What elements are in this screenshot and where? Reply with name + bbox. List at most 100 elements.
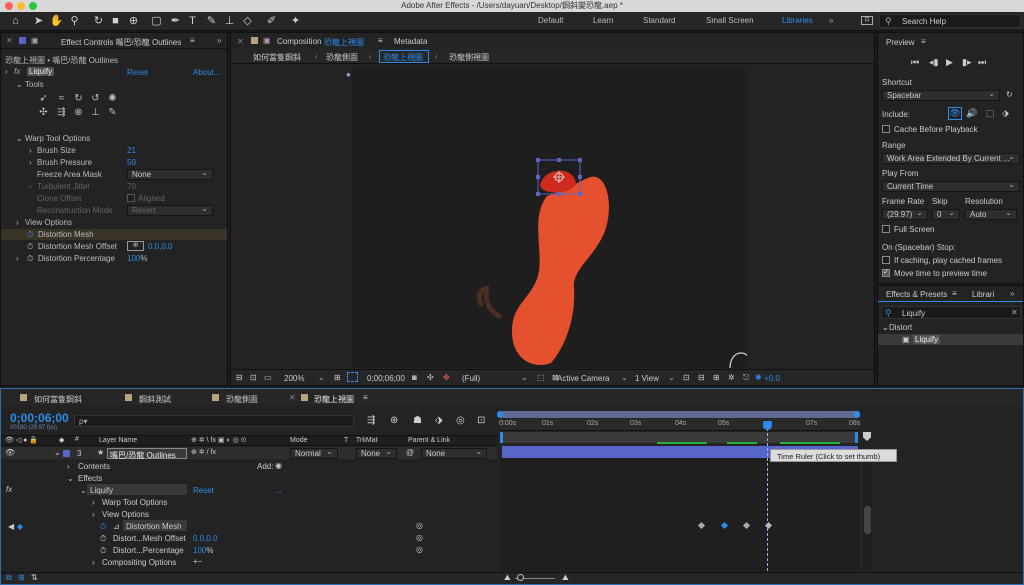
resolution-dropdown[interactable]: (Full) <box>462 374 480 383</box>
graph-toggle-icon[interactable]: ⊿ <box>113 522 120 531</box>
timeline-tab-1[interactable]: 如何當隻鋼斜 <box>34 394 82 405</box>
frame-blending-icon[interactable]: ⬗ <box>435 415 443 426</box>
flowchart-icon[interactable]: ✲ <box>728 373 735 382</box>
always-preview-icon[interactable]: ⊟ <box>236 373 243 382</box>
play-from-dropdown[interactable]: Current Time <box>882 181 1020 192</box>
hand-tool-icon[interactable]: ✋ <box>49 13 64 29</box>
compositing-options-chevron-icon[interactable]: › <box>92 558 95 567</box>
zoom-window-button[interactable] <box>29 2 37 10</box>
effect-collapse-chevron-icon[interactable]: › <box>5 67 8 76</box>
brush-pressure-chevron-icon[interactable]: › <box>29 158 32 167</box>
twirl-clockwise-tool-icon[interactable]: ↻ <box>73 93 84 104</box>
toggle-pixel-aspect-icon[interactable]: ⊡ <box>683 373 690 382</box>
mesh-offset-stopwatch-icon[interactable]: ⏱ <box>100 534 106 544</box>
distortion-percentage-stopwatch-icon[interactable]: ⏱ <box>27 254 33 264</box>
close-window-button[interactable] <box>5 2 13 10</box>
timeline-tab-3[interactable]: 恐龍側面 <box>226 394 258 405</box>
liquify-reset-link[interactable]: Reset <box>193 486 214 495</box>
composition-viewer[interactable]: ● <box>346 68 747 368</box>
first-frame-icon[interactable]: ⏮ <box>911 57 919 68</box>
workspace-standard[interactable]: Standard <box>643 16 675 25</box>
close-icon[interactable]: ✕ <box>289 393 296 402</box>
close-icon[interactable]: ✕ <box>237 37 244 46</box>
expression-pickwhip-icon[interactable]: ◎ <box>416 521 423 530</box>
liquify-effect-item[interactable]: Liquify <box>913 335 941 344</box>
zoom-in-icon[interactable]: ⛰ <box>562 573 569 583</box>
timeline-zoom-slider[interactable] <box>517 574 524 581</box>
distortion-mesh-stopwatch-icon[interactable]: ⏱ <box>27 230 33 240</box>
view-options-chevron-icon[interactable]: › <box>16 218 19 227</box>
compositing-add-remove[interactable]: +− <box>193 557 202 566</box>
pan-behind-tool-icon[interactable]: ⊕ <box>126 13 141 29</box>
pucker-tool-icon[interactable]: ✺ <box>107 93 118 104</box>
region-of-interest-icon[interactable]: ⬚ <box>537 373 545 382</box>
add-content-icon[interactable]: ◉ <box>275 461 282 470</box>
previous-frame-icon[interactable]: ◂▮ <box>929 57 938 68</box>
view-layout-dropdown[interactable]: 1 View <box>635 374 659 383</box>
work-area-end-handle[interactable] <box>854 411 860 418</box>
transparency-grid-icon[interactable] <box>347 372 358 382</box>
reflection-tool-icon[interactable]: ⊗ <box>73 107 84 118</box>
layer-name-box[interactable]: 嘴巴/恐龍 Outlines <box>107 448 187 460</box>
expression-pickwhip-icon[interactable]: ◎ <box>416 533 423 542</box>
include-layer-controls-icon[interactable]: ⬗ <box>1002 108 1009 119</box>
percentage-stopwatch-icon[interactable]: ⏱ <box>100 546 106 556</box>
grid-icon[interactable]: ⊞ <box>334 373 341 382</box>
home-icon[interactable]: ⌂ <box>8 13 23 29</box>
warp-options-chevron-icon[interactable]: › <box>92 498 95 507</box>
breadcrumb-1[interactable]: 如何當隻鋼斜 <box>253 52 301 63</box>
col-layer-name[interactable]: Layer Name <box>99 437 137 444</box>
layer-visibility-icon[interactable]: 👁 <box>5 448 15 457</box>
timeline-scrollbar[interactable] <box>863 450 872 570</box>
mesh-offset-stopwatch-icon[interactable]: ⏱ <box>27 242 33 252</box>
range-dropdown[interactable]: Work Area Extended By Current ... <box>882 153 1020 164</box>
contents-chevron-icon[interactable]: › <box>67 462 70 471</box>
current-time-indicator[interactable] <box>767 423 768 571</box>
include-audio-icon[interactable]: 🔊 <box>966 108 977 119</box>
mesh-offset-value[interactable]: 0.0,0.0 <box>193 534 217 543</box>
workspace-libraries[interactable]: Libraries <box>782 16 813 25</box>
workspace-small-screen[interactable]: Small Screen <box>706 16 754 25</box>
resolution-dropdown[interactable]: Auto <box>965 209 1017 220</box>
reset-icon[interactable]: ↻ <box>1006 90 1013 99</box>
layer-switches-icon[interactable]: ⊕ ✲ / fx <box>191 448 216 456</box>
warp-tool-icon[interactable]: ➶ <box>38 93 49 104</box>
effects-presets-tab[interactable]: Effects & Presets <box>886 290 947 299</box>
show-snapshot-icon[interactable]: ✣ <box>427 373 434 382</box>
effects-search-box[interactable]: ⚲ Liquify ✕ <box>881 306 1021 319</box>
play-icon[interactable]: ▶ <box>946 57 953 68</box>
panel-menu-icon[interactable]: ≡ <box>363 393 368 402</box>
playhead-icon[interactable] <box>763 421 772 430</box>
liquify-options-link[interactable]: ... <box>275 486 282 495</box>
workspace-learn[interactable]: Learn <box>593 16 613 25</box>
puppet-tool-icon[interactable]: ✦ <box>288 13 303 29</box>
close-icon[interactable]: ✕ <box>6 36 13 45</box>
shortcut-dropdown[interactable]: Spacebar <box>882 90 1000 101</box>
expression-pickwhip-icon[interactable]: ◎ <box>416 545 423 554</box>
minimize-window-button[interactable] <box>17 2 25 10</box>
composition-tab[interactable]: Composition <box>277 37 321 46</box>
timeline-search-box[interactable]: ρ▾ <box>74 415 354 427</box>
work-area-start-handle[interactable] <box>497 411 503 418</box>
expand-panel-icon[interactable]: » <box>217 36 221 45</box>
distortion-percentage-field[interactable]: 100% <box>127 254 147 263</box>
effect-reset-link[interactable]: Reset <box>127 68 148 77</box>
roto-brush-tool-icon[interactable]: ✐ <box>264 13 279 29</box>
brush-size-value[interactable]: 21 <box>127 146 136 155</box>
include-video-icon[interactable]: 👁 <box>948 107 962 120</box>
brush-tool-icon[interactable]: ✎ <box>204 13 219 29</box>
distortion-percentage-chevron-icon[interactable]: › <box>16 254 19 263</box>
comp-mini-flowchart-icon[interactable]: ⇶ <box>367 415 375 426</box>
lock-icon[interactable]: ▣ <box>31 36 39 45</box>
rotate-tool-icon[interactable]: ↻ <box>91 13 106 29</box>
screen-icon[interactable]: ⊡ <box>861 16 873 25</box>
chevron-down-icon[interactable]: ⌄ <box>318 373 325 382</box>
timeline-icon[interactable]: ⊞ <box>713 373 720 382</box>
freeze-area-mask-dropdown[interactable]: None <box>127 169 213 180</box>
warp-tool-options-disclosure-icon[interactable]: ⌄ <box>16 134 23 143</box>
percentage-field[interactable]: 100% <box>193 546 213 555</box>
distort-disclosure-icon[interactable]: ⌄ <box>882 323 889 332</box>
reset-exposure-icon[interactable]: ⎋ <box>743 373 749 383</box>
type-tool-icon[interactable]: T <box>185 13 200 29</box>
reconstruction-tool-icon[interactable]: ✎ <box>107 107 118 118</box>
